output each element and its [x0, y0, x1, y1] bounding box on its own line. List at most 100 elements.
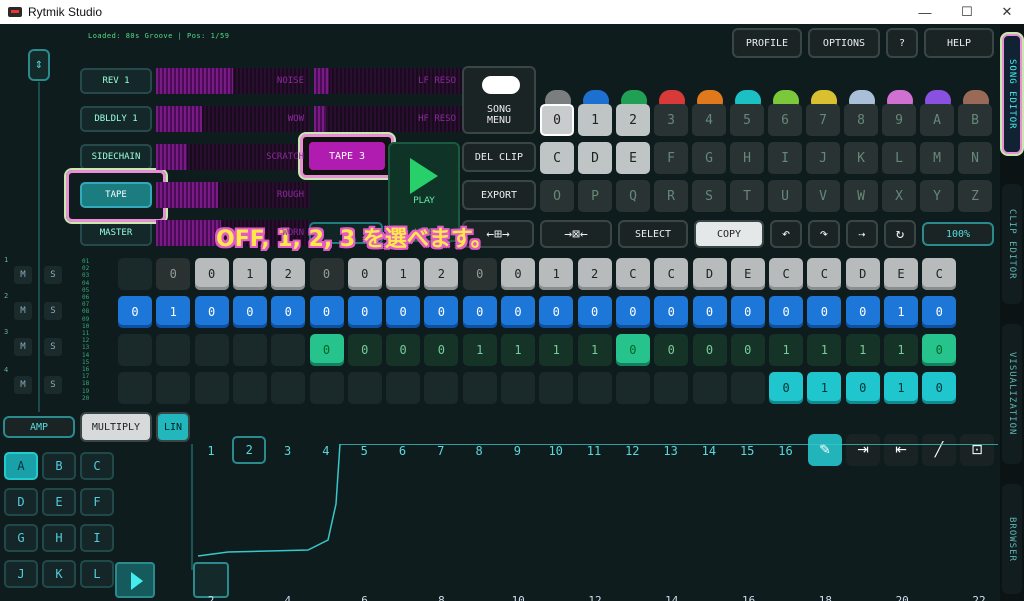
options-button[interactable]: OPTIONS [808, 28, 880, 58]
del-clip-button[interactable]: DEL CLIP [462, 142, 536, 172]
lin-button[interactable]: LIN [156, 412, 190, 442]
table-row-cell[interactable]: D [692, 258, 727, 290]
clip-button-C[interactable]: C [80, 452, 114, 480]
param-scratch[interactable]: SCRATCH [156, 144, 310, 170]
param-wow[interactable]: WOW [156, 106, 310, 132]
clip-button-J[interactable]: J [4, 560, 38, 588]
redo-icon[interactable]: ↷ [808, 220, 840, 248]
table-row-cell[interactable]: 1 [501, 334, 535, 366]
pattern-key-2[interactable]: 2 [616, 104, 650, 136]
table-row-cell[interactable]: 0 [692, 296, 727, 328]
ruler-play-button[interactable] [115, 562, 155, 598]
tab-browser[interactable]: BROWSER [1002, 484, 1022, 594]
profile-button[interactable]: PROFILE [732, 28, 802, 58]
pattern-key-F[interactable]: F [654, 142, 688, 174]
table-row-cell[interactable]: 1 [539, 334, 574, 366]
move-right-icon[interactable]: ⇢ [846, 220, 878, 248]
minimize-button[interactable]: — [908, 0, 942, 24]
pattern-key-P[interactable]: P [578, 180, 612, 212]
pattern-key-1[interactable]: 1 [578, 104, 612, 136]
export-button[interactable]: EXPORT [462, 180, 536, 210]
pattern-key-8[interactable]: 8 [844, 104, 878, 136]
table-row-cell[interactable]: 0 [232, 296, 267, 328]
amp-select[interactable]: AMP [3, 416, 75, 438]
table-row-cell[interactable] [232, 372, 267, 404]
table-row-cell[interactable] [194, 372, 229, 404]
table-row-cell[interactable]: 0 [922, 296, 957, 328]
table-row-cell[interactable]: 1 [232, 258, 267, 290]
table-row-cell[interactable] [271, 334, 306, 366]
table-row-cell[interactable]: 0 [386, 296, 421, 328]
table-row-cell[interactable]: 2 [424, 258, 459, 290]
table-row-cell[interactable]: 0 [730, 296, 765, 328]
pattern-key-5[interactable]: 5 [730, 104, 764, 136]
table-row-cell[interactable]: 1 [845, 334, 880, 366]
table-row-cell[interactable]: 0 [347, 258, 382, 290]
table-row-cell[interactable] [232, 334, 267, 366]
pattern-key-0[interactable]: 0 [540, 104, 574, 136]
pattern-key-N[interactable]: N [958, 142, 992, 174]
table-row-cell[interactable] [577, 372, 612, 404]
pattern-key-V[interactable]: V [806, 180, 840, 212]
param-hf-reso[interactable]: HF RESO [314, 106, 462, 132]
table-row-cell[interactable]: 1 [884, 296, 918, 328]
clip-button-L[interactable]: L [80, 560, 114, 588]
table-row-cell[interactable] [501, 372, 535, 404]
pattern-key-D[interactable]: D [578, 142, 612, 174]
pattern-key-G[interactable]: G [692, 142, 726, 174]
table-row-cell[interactable]: 0 [309, 258, 344, 290]
pattern-key-S[interactable]: S [692, 180, 726, 212]
pattern-key-O[interactable]: O [540, 180, 574, 212]
pattern-key-H[interactable]: H [730, 142, 764, 174]
tape-mode-value[interactable]: TAPE 3 [309, 142, 385, 170]
table-row-cell[interactable] [386, 372, 421, 404]
table-row-cell[interactable]: C [922, 258, 957, 290]
clip-button-F[interactable]: F [80, 488, 114, 516]
pattern-key-K[interactable]: K [844, 142, 878, 174]
table-row-cell[interactable]: 1 [884, 372, 918, 404]
pattern-key-T[interactable]: T [730, 180, 764, 212]
table-row-cell[interactable]: 1 [539, 258, 574, 290]
table-row-cell[interactable]: 0 [462, 258, 497, 290]
table-row-cell[interactable]: 0 [769, 372, 804, 404]
table-row-cell[interactable] [615, 372, 650, 404]
loop-icon[interactable]: ↻ [884, 220, 916, 248]
table-row-cell[interactable]: 0 [539, 296, 574, 328]
table-row-cell[interactable]: 0 [501, 296, 535, 328]
pattern-key-9[interactable]: 9 [882, 104, 916, 136]
pattern-key-6[interactable]: 6 [768, 104, 802, 136]
clip-button-I[interactable]: I [80, 524, 114, 552]
table-row-cell[interactable]: 1 [156, 296, 191, 328]
clip-button-H[interactable]: H [42, 524, 76, 552]
table-row-cell[interactable]: 1 [769, 334, 804, 366]
table-row-cell[interactable]: C [654, 258, 689, 290]
pattern-key-U[interactable]: U [768, 180, 802, 212]
table-row-cell[interactable] [156, 334, 191, 366]
table-row-cell[interactable]: 0 [424, 334, 459, 366]
table-row-cell[interactable] [730, 372, 765, 404]
table-row-cell[interactable]: 0 [271, 296, 306, 328]
pattern-key-W[interactable]: W [844, 180, 878, 212]
table-row-cell[interactable]: 1 [577, 334, 612, 366]
table-row-cell[interactable]: 1 [884, 334, 918, 366]
pattern-key-3[interactable]: 3 [654, 104, 688, 136]
table-row-cell[interactable]: 0 [692, 334, 727, 366]
table-row-cell[interactable] [692, 372, 727, 404]
remove-icon[interactable]: →⊠← [540, 220, 612, 248]
table-row-cell[interactable]: 0 [615, 296, 650, 328]
mute-button[interactable]: M [14, 302, 32, 320]
pattern-key-I[interactable]: I [768, 142, 802, 174]
table-row-cell[interactable]: C [615, 258, 650, 290]
table-row-cell[interactable] [194, 334, 229, 366]
help-button[interactable]: HELP [924, 28, 994, 58]
fx-sidechain-button[interactable]: SIDECHAIN [80, 144, 152, 170]
table-row-cell[interactable]: 0 [309, 334, 344, 366]
table-row-cell[interactable] [462, 372, 497, 404]
table-row-cell[interactable]: 0 [845, 372, 880, 404]
table-row-cell[interactable]: 0 [501, 258, 535, 290]
table-row-cell[interactable]: 1 [462, 334, 497, 366]
clip-button-D[interactable]: D [4, 488, 38, 516]
tab-visualization[interactable]: VISUALIZATION [1002, 324, 1022, 464]
table-row-cell[interactable]: 0 [769, 296, 804, 328]
table-row-cell[interactable]: 0 [386, 334, 421, 366]
